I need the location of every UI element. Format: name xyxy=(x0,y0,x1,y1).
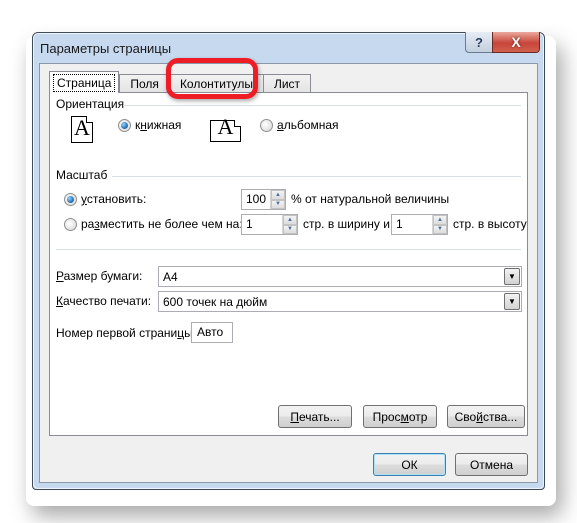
fit-pages-tall-suffix: стр. в высоту xyxy=(453,217,527,231)
tab-page-label: Страница xyxy=(53,73,116,92)
section-divider xyxy=(56,249,521,250)
landscape-page-icon: A xyxy=(210,114,242,142)
tab-sheet-label: Лист xyxy=(273,77,301,91)
fit-pages-wide-spinner[interactable]: 1 ▲ ▼ xyxy=(241,214,298,235)
scale-group-label: Масштаб xyxy=(56,168,108,182)
scale-percent-spinner[interactable]: 100 ▲ ▼ xyxy=(241,189,286,210)
cancel-button[interactable]: Отмена xyxy=(455,453,528,476)
print-quality-value: 600 точек на дюйм xyxy=(163,295,268,309)
scale-fit-radio[interactable] xyxy=(64,218,77,231)
dialog-title: Параметры страницы xyxy=(40,41,172,56)
spin-down-icon[interactable]: ▼ xyxy=(283,224,297,234)
caption-buttons: ? X xyxy=(465,32,540,53)
paper-size-value: A4 xyxy=(163,270,178,284)
preview-button[interactable]: Прос м отр xyxy=(363,405,437,428)
tab-header-footer[interactable]: Колонтитулы xyxy=(168,74,264,93)
orientation-group-label: Ориентация xyxy=(56,97,125,111)
tab-header-footer-label: Колонтитулы xyxy=(179,77,253,91)
spin-up-icon[interactable]: ▲ xyxy=(283,215,297,225)
paper-size-label: Размер бумаги: xyxy=(56,269,143,283)
fit-pages-tall-spinner[interactable]: 1 ▲ ▼ xyxy=(391,214,448,235)
spin-down-icon[interactable]: ▼ xyxy=(433,224,447,234)
tab-margins[interactable]: Поля xyxy=(119,74,170,93)
print-button[interactable]: Печать... xyxy=(278,405,352,428)
chevron-down-icon[interactable]: ▼ xyxy=(504,268,520,285)
tab-panel-page: Ориентация A книжная A альбомная Масштаб… xyxy=(49,92,528,436)
tab-sheet[interactable]: Лист xyxy=(262,74,312,93)
tab-page[interactable]: Страница xyxy=(49,71,120,93)
ok-button[interactable]: ОК xyxy=(373,453,446,476)
first-page-number-input[interactable]: Авто xyxy=(191,322,233,343)
fit-pages-wide-suffix: стр. в ширину и xyxy=(303,217,390,231)
fit-pages-wide-value[interactable]: 1 xyxy=(242,215,282,234)
portrait-label[interactable]: книжная xyxy=(135,118,181,132)
scale-group-divider xyxy=(112,176,521,177)
close-icon: X xyxy=(511,34,521,50)
fit-pages-tall-value[interactable]: 1 xyxy=(392,215,432,234)
scale-percent-suffix: % от натуральной величины xyxy=(291,192,450,206)
print-quality-label: Качество печати: xyxy=(56,294,152,308)
dialog-client-area: Страница Поля Колонтитулы Лист Ориентаци… xyxy=(39,63,538,483)
properties-button[interactable]: Сво й ства... xyxy=(447,405,525,428)
question-mark-icon: ? xyxy=(475,34,483,50)
orientation-group-divider xyxy=(123,105,521,106)
portrait-radio[interactable] xyxy=(118,119,131,132)
scale-percent-value[interactable]: 100 xyxy=(242,190,270,209)
landscape-label[interactable]: альбомная xyxy=(277,118,339,132)
spin-down-icon[interactable]: ▼ xyxy=(271,199,285,209)
close-button[interactable]: X xyxy=(492,32,540,53)
tab-margins-label: Поля xyxy=(130,77,159,91)
page-setup-dialog: Параметры страницы ? X Страница Поля Кол… xyxy=(32,32,545,490)
scale-fit-label[interactable]: разместить не более чем на: xyxy=(81,217,243,231)
landscape-radio[interactable] xyxy=(260,119,273,132)
scale-set-radio[interactable] xyxy=(64,193,77,206)
first-page-number-label: Номер первой страницы: xyxy=(56,326,196,340)
paper-size-select[interactable]: A4 ▼ xyxy=(158,266,522,287)
print-quality-select[interactable]: 600 точек на дюйм ▼ xyxy=(158,291,522,312)
tab-strip: Страница Поля Колонтитулы Лист xyxy=(49,71,312,93)
help-button[interactable]: ? xyxy=(465,32,492,53)
chevron-down-icon[interactable]: ▼ xyxy=(504,293,520,310)
spin-up-icon[interactable]: ▲ xyxy=(433,215,447,225)
spin-up-icon[interactable]: ▲ xyxy=(271,190,285,200)
portrait-page-icon: A xyxy=(71,115,94,143)
scale-set-label[interactable]: установить: xyxy=(81,192,146,206)
